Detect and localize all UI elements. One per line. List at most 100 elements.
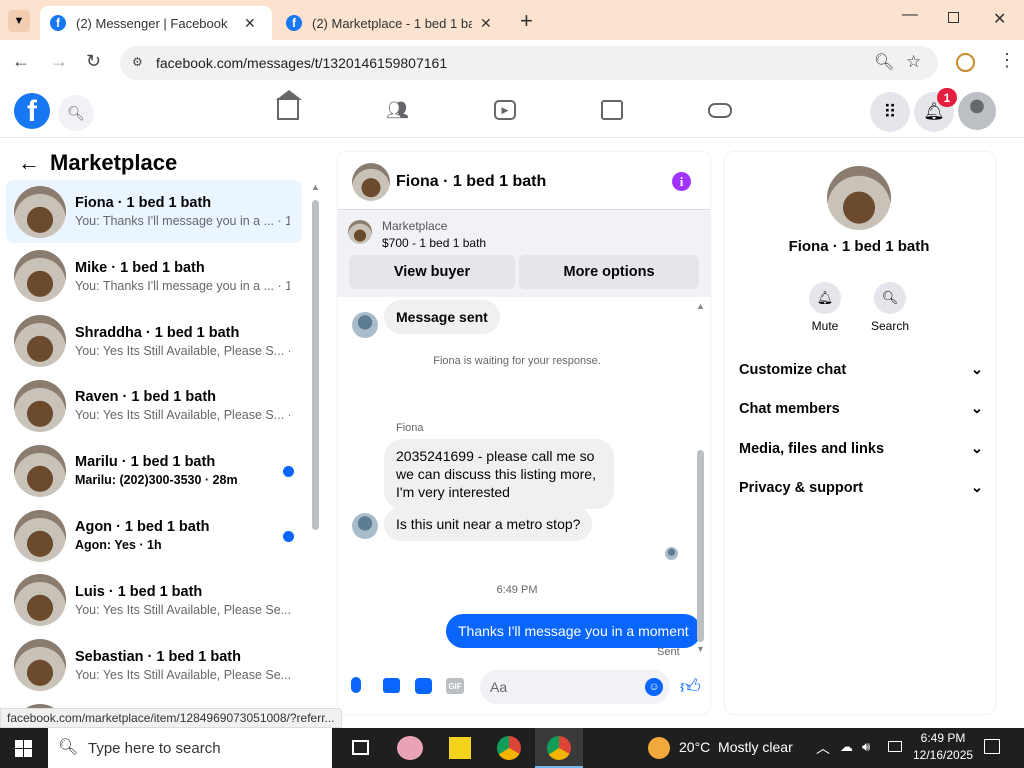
gif-icon[interactable]: GIF — [446, 678, 464, 694]
sticker-icon[interactable] — [415, 678, 432, 694]
conversation-item[interactable]: Luis · 1 bed 1 bath You: Yes Its Still Av… — [6, 569, 302, 632]
conversation-item[interactable]: Sebastian · 1 bed 1 bath You: Yes Its Sti… — [6, 634, 302, 697]
marketplace-icon[interactable] — [601, 100, 623, 120]
chrome-icon[interactable] — [497, 736, 521, 760]
address-bar[interactable]: ⚙ facebook.com/messages/t/13201461598071… — [120, 46, 938, 80]
scroll-up-icon[interactable]: ▲ — [311, 182, 320, 192]
chat-members-section[interactable]: Chat members ⌄ — [739, 401, 983, 417]
friends-icon[interactable]: 👥︎ — [386, 100, 409, 121]
tray-chevron-icon[interactable]: ︿ — [816, 738, 830, 758]
conversation-name: Fiona · 1 bed 1 bath — [75, 195, 212, 211]
listing-thumbnail — [14, 315, 66, 368]
weather-moon-icon — [648, 737, 670, 759]
tab-messenger[interactable]: f (2) Messenger | Facebook ✕ — [40, 6, 272, 40]
clock-time[interactable]: 6:49 PM — [917, 731, 969, 745]
incoming-message: 2035241699 - please call me so we can di… — [384, 439, 614, 509]
conversation-item[interactable]: Fiona · 1 bed 1 bath You: Thanks I'll mes… — [6, 180, 302, 243]
close-window-icon[interactable]: ✕ — [993, 9, 1006, 29]
account-avatar[interactable] — [958, 92, 996, 130]
weather-text[interactable]: 20°C Mostly clear — [679, 739, 793, 755]
taskbar-search-box[interactable]: 🔍︎ Type here to search — [48, 728, 332, 768]
listing-thumbnail[interactable] — [348, 220, 372, 244]
task-view-icon[interactable] — [352, 740, 369, 755]
chat-scroll-down-icon[interactable]: ▼ — [696, 644, 705, 654]
sender-name: Fiona — [396, 422, 424, 434]
conversation-preview: You: Yes Its Still Available, Please S..… — [75, 343, 290, 358]
listing-thumbnail — [14, 444, 66, 497]
volume-icon[interactable]: 🔊︎ — [862, 739, 870, 755]
microphone-icon[interactable] — [351, 677, 361, 693]
tab-list-dropdown-icon[interactable]: ▼ — [8, 10, 30, 32]
profile-icon[interactable] — [956, 53, 975, 72]
chat-scrollbar[interactable] — [697, 450, 704, 642]
tab-marketplace[interactable]: f (2) Marketplace - 1 bed 1 bath ✕ — [276, 6, 508, 40]
chrome-active-icon[interactable] — [535, 728, 583, 768]
listing-thumbnail — [14, 250, 66, 303]
info-icon[interactable]: i — [672, 172, 691, 191]
gaming-icon[interactable] — [708, 103, 732, 118]
new-tab-icon[interactable]: + — [520, 8, 533, 34]
windows-start-icon[interactable] — [15, 740, 32, 757]
like-icon[interactable]: 👍︎ — [680, 675, 701, 699]
minimize-icon[interactable]: — — [902, 6, 918, 24]
conversation-item[interactable]: Marilu · 1 bed 1 bath Marilu: (202)300-35… — [6, 439, 302, 502]
customize-chat-section[interactable]: Customize chat ⌄ — [739, 362, 983, 378]
view-buyer-button[interactable]: View buyer — [349, 255, 515, 289]
chevron-down-icon: ⌄ — [970, 362, 983, 378]
more-options-button[interactable]: More options — [519, 255, 699, 289]
facebook-logo-icon[interactable]: f — [14, 93, 50, 129]
conversation-preview: You: Yes Its Still Available, Please Se.… — [75, 602, 290, 617]
conversation-list-panel: ← Marketplace Fiona · 1 bed 1 bath You: T… — [0, 138, 324, 728]
privacy-support-section[interactable]: Privacy & support ⌄ — [739, 480, 983, 496]
home-icon[interactable] — [276, 90, 302, 120]
mute-label: Mute — [811, 319, 839, 333]
close-tab-icon[interactable]: ✕ — [480, 15, 492, 32]
chat-title[interactable]: Fiona · 1 bed 1 bath — [396, 173, 546, 191]
message-sent-bubble: Message sent — [384, 300, 500, 334]
contact-thumbnail[interactable] — [827, 166, 891, 230]
search-icon[interactable]: 🔍︎ — [58, 95, 94, 131]
zoom-icon[interactable]: 🔍︎ — [874, 52, 894, 72]
menu-grid-icon[interactable]: ⠿ — [870, 92, 910, 132]
reload-icon[interactable]: ↻ — [86, 51, 101, 72]
mute-bell-icon[interactable]: 🔔︎ — [809, 282, 841, 314]
media-files-links-section[interactable]: Media, files and links ⌄ — [739, 441, 983, 457]
listing-price[interactable]: $700 - 1 bed 1 bath — [382, 236, 486, 250]
facebook-favicon-icon: f — [286, 15, 302, 31]
chat-header-thumbnail — [352, 163, 390, 201]
back-icon[interactable]: ← — [12, 51, 30, 72]
conversation-name: Raven · 1 bed 1 bath — [75, 389, 217, 406]
action-center-icon[interactable] — [984, 739, 1000, 754]
video-icon[interactable]: ▶ — [494, 100, 516, 120]
outgoing-message: Thanks I'll message you in a moment — [446, 614, 701, 648]
message-input[interactable]: Aa — [480, 670, 670, 704]
search-in-chat-icon[interactable]: 🔍︎ — [874, 282, 906, 314]
conversation-item[interactable]: Agon · 1 bed 1 bath Agon: Yes · 1h — [6, 504, 302, 567]
clock-date[interactable]: 12/16/2025 — [913, 748, 973, 762]
conversation-item[interactable]: Raven · 1 bed 1 bath You: Yes Its Still A… — [6, 374, 302, 437]
back-arrow-icon[interactable]: ← — [18, 150, 40, 176]
browser-menu-icon[interactable]: ⋮ — [998, 50, 1016, 71]
sticky-notes-icon[interactable] — [449, 737, 471, 759]
close-tab-icon[interactable]: ✕ — [244, 15, 256, 32]
emoji-icon[interactable]: ☺ — [645, 678, 663, 696]
conversation-preview: Marilu: (202)300-3530 · 28m — [75, 473, 238, 488]
conversation-item[interactable]: Shraddha · 1 bed 1 bath You: Yes Its Stil… — [6, 310, 302, 373]
paint-app-icon[interactable] — [397, 736, 423, 760]
site-info-icon[interactable]: ⚙ — [132, 55, 143, 69]
read-receipt-avatar — [665, 547, 678, 560]
listing-thumbnail — [14, 185, 66, 238]
scrollbar[interactable] — [312, 200, 319, 530]
photo-icon[interactable] — [383, 678, 400, 693]
conversation-item[interactable]: Mike · 1 bed 1 bath You: Thanks I'll mess… — [6, 245, 302, 308]
restore-icon[interactable] — [948, 12, 959, 23]
display-icon[interactable] — [888, 741, 902, 752]
bookmark-star-icon[interactable]: ☆ — [906, 52, 921, 72]
incoming-message: Is this unit near a metro stop? — [384, 507, 593, 541]
network-icon[interactable]: ☁ — [840, 739, 853, 755]
contact-name: Fiona · 1 bed 1 bath — [788, 238, 930, 255]
forward-icon[interactable]: → — [50, 51, 68, 72]
conversation-name: Agon · 1 bed 1 bath — [75, 519, 210, 535]
facebook-header: f 🔍︎ 👥︎ ▶ ⠿ 🔔︎ 1 — [0, 86, 1024, 138]
chat-scroll-up-icon[interactable]: ▲ — [696, 301, 705, 311]
